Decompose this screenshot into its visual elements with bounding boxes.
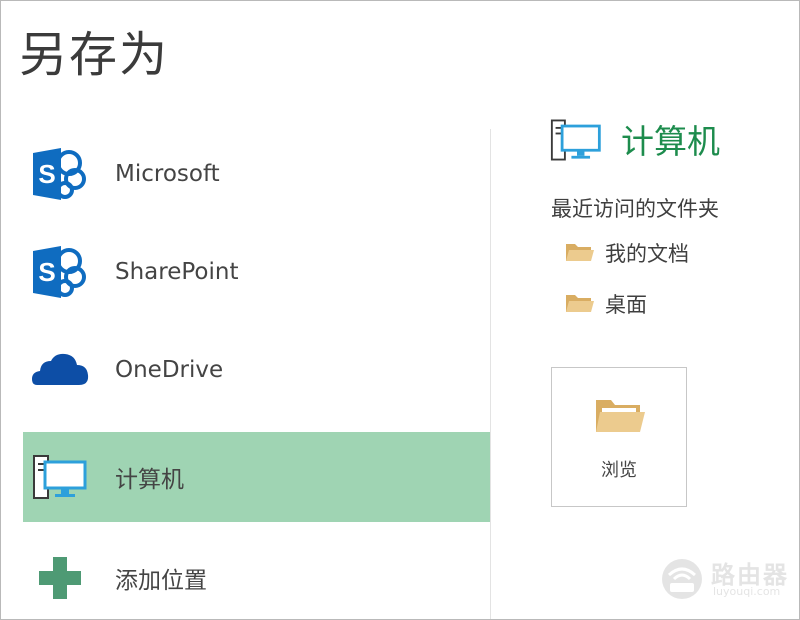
location-title: 计算机 — [621, 122, 720, 161]
svg-text:S: S — [38, 257, 55, 287]
places-list: S Microsoft S SharePoint OneDrive 计算机 添加… — [1, 1, 491, 619]
recent-folders-heading: 最近访问的文件夹 — [551, 197, 719, 221]
folder-icon — [566, 244, 594, 261]
svg-text:S: S — [38, 159, 55, 189]
place-add-location[interactable]: 添加位置 — [23, 533, 490, 619]
sharepoint-icon: S — [33, 148, 86, 200]
folder-label: 桌面 — [605, 293, 647, 317]
plus-icon — [39, 557, 81, 599]
onedrive-cloud-icon — [32, 353, 89, 385]
place-computer[interactable]: 计算机 — [23, 432, 490, 522]
recent-folder-documents[interactable]: 我的文档 — [565, 235, 785, 269]
location-panel: 计算机 最近访问的文件夹 我的文档 桌面 浏览 — [491, 1, 799, 619]
folder-open-icon — [596, 400, 645, 432]
computer-icon — [550, 119, 601, 161]
browse-button[interactable]: 浏览 — [551, 367, 687, 507]
place-label: 计算机 — [115, 467, 184, 493]
sharepoint-icon: S — [33, 246, 86, 298]
folder-icon — [566, 295, 594, 312]
place-label: SharePoint — [115, 259, 239, 285]
place-label: OneDrive — [115, 357, 224, 383]
recent-folder-desktop[interactable]: 桌面 — [565, 286, 785, 320]
place-microsoft[interactable]: S Microsoft — [23, 129, 490, 219]
watermark: 路由器 luyouqi.com — [659, 553, 791, 607]
save-as-page: 另存为 S Microsoft S SharePoint OneDrive 计算… — [0, 0, 800, 620]
place-sharepoint[interactable]: S SharePoint — [23, 227, 490, 317]
router-logo-icon — [662, 559, 702, 599]
browse-label: 浏览 — [601, 460, 637, 481]
place-label: 添加位置 — [115, 568, 207, 594]
location-header: 计算机 — [549, 109, 779, 169]
computer-icon — [33, 455, 87, 499]
place-onedrive[interactable]: OneDrive — [23, 325, 490, 415]
place-label: Microsoft — [115, 161, 220, 187]
watermark-url: luyouqi.com — [713, 585, 781, 598]
folder-label: 我的文档 — [605, 242, 689, 266]
